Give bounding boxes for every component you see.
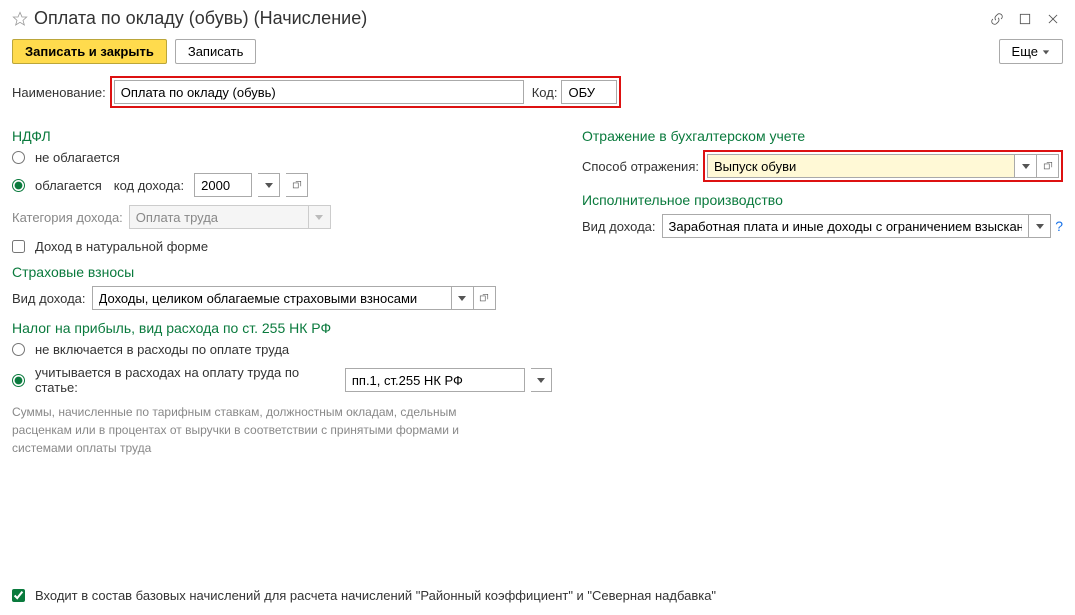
ndfl-section-title: НДФЛ	[12, 128, 552, 144]
page-title: Оплата по окладу (обувь) (Начисление)	[34, 8, 987, 29]
profit-tax-not-included-label: не включается в расходы по оплате труда	[35, 342, 289, 357]
income-code-dropdown[interactable]	[258, 173, 280, 197]
executive-type-input[interactable]	[662, 214, 1030, 238]
income-code-input[interactable]	[194, 173, 252, 197]
profit-tax-article-input[interactable]	[345, 368, 525, 392]
maximize-icon[interactable]	[1015, 9, 1035, 29]
profit-tax-included-radio[interactable]	[12, 374, 25, 387]
code-input[interactable]	[561, 80, 617, 104]
chevron-down-icon	[1042, 48, 1050, 56]
close-icon[interactable]	[1043, 9, 1063, 29]
executive-type-dropdown[interactable]	[1029, 214, 1051, 238]
save-and-close-button[interactable]: Записать и закрыть	[12, 39, 167, 64]
income-category-dropdown	[309, 205, 331, 229]
accounting-method-dropdown[interactable]	[1015, 154, 1037, 178]
accounting-method-input[interactable]	[707, 154, 1015, 178]
executive-section-title: Исполнительное производство	[582, 192, 1063, 208]
save-button[interactable]: Записать	[175, 39, 257, 64]
more-button[interactable]: Еще	[999, 39, 1063, 64]
accounting-method-label: Способ отражения:	[582, 159, 699, 174]
insurance-section-title: Страховые взносы	[12, 264, 552, 280]
base-accruals-checkbox[interactable]	[12, 589, 25, 602]
ndfl-taxed-label: облагается	[35, 178, 102, 193]
name-label: Наименование:	[12, 85, 106, 100]
base-accruals-label: Входит в состав базовых начислений для р…	[35, 588, 716, 603]
in-kind-checkbox[interactable]	[12, 240, 25, 253]
income-code-label: код дохода:	[114, 178, 184, 193]
ndfl-taxed-radio[interactable]	[12, 179, 25, 192]
profit-tax-note: Суммы, начисленные по тарифным ставкам, …	[12, 403, 512, 457]
profit-tax-included-label: учитывается в расходах на оплату труда п…	[35, 365, 333, 395]
in-kind-label: Доход в натуральной форме	[35, 239, 208, 254]
profit-tax-not-included-radio[interactable]	[12, 343, 25, 356]
ndfl-not-taxed-label: не облагается	[35, 150, 120, 165]
help-icon[interactable]: ?	[1055, 218, 1063, 234]
ndfl-not-taxed-radio[interactable]	[12, 151, 25, 164]
profit-tax-section-title: Налог на прибыль, вид расхода по ст. 255…	[12, 320, 552, 336]
profit-tax-article-dropdown[interactable]	[531, 368, 552, 392]
link-icon[interactable]	[987, 9, 1007, 29]
code-label: Код:	[532, 85, 558, 100]
insurance-type-open[interactable]	[474, 286, 496, 310]
insurance-type-input[interactable]	[92, 286, 452, 310]
executive-type-label: Вид дохода:	[582, 219, 656, 234]
income-category-input	[129, 205, 309, 229]
accounting-section-title: Отражение в бухгалтерском учете	[582, 128, 1063, 144]
insurance-type-label: Вид дохода:	[12, 291, 86, 306]
more-label: Еще	[1012, 44, 1038, 59]
income-code-open[interactable]	[286, 173, 308, 197]
favorite-star-icon[interactable]	[12, 11, 28, 27]
name-input[interactable]	[114, 80, 524, 104]
insurance-type-dropdown[interactable]	[452, 286, 474, 310]
accounting-method-open[interactable]	[1037, 154, 1059, 178]
income-category-label: Категория дохода:	[12, 210, 123, 225]
